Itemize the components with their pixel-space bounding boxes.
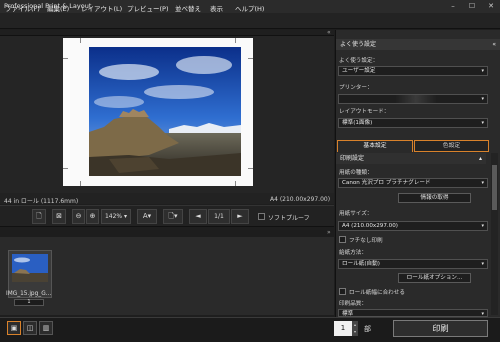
menu-edit[interactable]: 編集(E) <box>47 3 69 13</box>
zoom-value: 142% <box>104 213 123 220</box>
paper-feed-label: 給紙方法： <box>339 250 367 256</box>
page-setup-button[interactable]: 🗋▾ <box>163 209 183 224</box>
roll-options-button[interactable]: ロール紙オプション... <box>398 273 471 283</box>
paper-size-select[interactable]: A4 (210.00x297.00) ▾ <box>338 221 488 231</box>
paper-size-value: A4 (210.00x297.00) <box>342 223 398 229</box>
thumbnail-image <box>12 254 48 282</box>
split-view-icon[interactable]: ◫ <box>23 321 37 335</box>
menu-file[interactable]: ファイル(F) <box>5 3 40 13</box>
crop-mark <box>63 168 68 169</box>
print-quality-label: 印刷品質： <box>339 301 367 307</box>
borderless-label: フチなし印刷 <box>349 238 383 244</box>
media-type-label: 用紙の種類： <box>339 170 373 176</box>
favorite-label: よく使う設定： <box>339 58 379 64</box>
print-settings-title: 印刷設定 <box>340 155 365 162</box>
next-page-button[interactable]: ► <box>231 209 249 224</box>
chevron-down-icon: ▾ <box>481 261 484 267</box>
text-style-button[interactable]: A▾ <box>137 209 157 224</box>
zoom-dropdown[interactable]: 142% ▾ <box>101 209 131 224</box>
printer-select[interactable]: ▾ <box>338 94 488 104</box>
section-favorites-header[interactable]: よく使う設定 « <box>336 39 500 50</box>
soft-proof-checkbox[interactable] <box>258 213 265 220</box>
paper-feed-select[interactable]: ロール紙(自動) ▾ <box>338 259 488 269</box>
menu-sort[interactable]: 並べ替え <box>175 3 201 13</box>
crop-mark <box>80 38 81 43</box>
copies-input[interactable]: 1 <box>334 321 352 336</box>
copies-unit: 部 <box>364 325 371 333</box>
crop-mark <box>235 38 236 43</box>
maximize-button[interactable]: ☐ <box>463 0 481 13</box>
chevron-down-icon: ▾ <box>481 180 484 186</box>
collapse-icon[interactable]: ▴ <box>479 153 482 164</box>
crop-mark <box>248 168 253 169</box>
chevron-down-icon: ▾ <box>481 311 484 317</box>
thumbnail-filename: IMG_15.jpg_G... <box>6 291 52 297</box>
zoom-in-icon[interactable]: ⊕ <box>86 209 99 224</box>
print-quality-value: 標準 <box>342 311 354 317</box>
section-favorites-title: よく使う設定 <box>340 41 377 48</box>
fit-roll-label: ロール紙幅に合わせる <box>349 290 405 296</box>
menu-bar <box>0 13 500 29</box>
collapse-icon[interactable]: « <box>327 29 331 36</box>
delete-page-icon[interactable]: ⊠ <box>52 209 66 224</box>
crop-mark <box>235 181 236 186</box>
get-info-button[interactable]: 情報の取得 <box>398 193 471 203</box>
menu-view[interactable]: 表示 <box>210 3 223 13</box>
chevron-down-icon: ▾ <box>481 96 484 102</box>
favorite-value: ユーザー設定 <box>342 68 376 74</box>
crop-mark <box>63 58 68 59</box>
multi-view-icon[interactable]: ▥ <box>39 321 53 335</box>
tab-color-settings[interactable]: 色設定 <box>414 140 489 152</box>
landscape-photo <box>89 47 241 176</box>
minimize-button[interactable]: – <box>444 0 462 13</box>
prev-page-button[interactable]: ◄ <box>189 209 207 224</box>
print-quality-select[interactable]: 標準 ▾ <box>338 309 488 317</box>
chevron-down-icon: ▾ <box>481 68 484 74</box>
media-type-value: Canon 光沢プロ プラチナグレード <box>342 180 431 186</box>
media-type-select[interactable]: Canon 光沢プロ プラチナグレード ▾ <box>338 178 488 188</box>
crop-mark <box>80 181 81 186</box>
expand-icon[interactable]: » <box>327 229 331 236</box>
thumbnail-header <box>0 230 334 237</box>
chevron-down-icon: ▾ <box>481 120 484 126</box>
paper-size-label: A4 (210.00x297.00) <box>270 196 331 203</box>
paper-roll-label: 44 in ロール (1117.6mm) <box>4 198 79 205</box>
print-settings-header[interactable]: 印刷設定 ▴ <box>336 153 486 164</box>
menu-preview[interactable]: プレビュー(P) <box>127 3 169 13</box>
paper-feed-value: ロール紙(自動) <box>342 261 380 267</box>
zoom-out-icon[interactable]: ⊖ <box>72 209 85 224</box>
close-button[interactable]: ✕ <box>482 0 500 13</box>
single-view-icon[interactable]: ▣ <box>7 321 21 335</box>
printer-label: プリンター： <box>339 85 373 91</box>
layout-mode-value: 標準(1面像) <box>342 120 373 126</box>
collapse-section-icon[interactable]: « <box>492 39 496 50</box>
thumbnail-copies[interactable]: 1 <box>14 299 44 306</box>
borderless-checkbox[interactable] <box>339 236 346 243</box>
letter-a-icon: A <box>142 212 148 220</box>
menu-help[interactable]: ヘルプ(H) <box>235 3 264 13</box>
menu-layout[interactable]: レイアウト(L) <box>81 3 122 13</box>
panel-scrollbar-thumb[interactable] <box>492 165 497 210</box>
crop-mark <box>248 58 253 59</box>
favorite-select[interactable]: ユーザー設定 ▾ <box>338 66 488 76</box>
soft-proof-label: ソフトプルーフ <box>268 215 310 222</box>
fit-roll-checkbox[interactable] <box>339 288 346 295</box>
copies-stepper[interactable]: ▴ ▾ <box>352 321 358 336</box>
tab-basic-settings[interactable]: 基本設定 <box>337 140 413 152</box>
chevron-down-icon: ▾ <box>481 223 484 229</box>
photo-image[interactable] <box>89 47 241 176</box>
page-icon[interactable]: 🗋 <box>32 209 46 224</box>
page-counter: 1/1 <box>208 209 230 224</box>
layout-mode-select[interactable]: 標準(1面像) ▾ <box>338 118 488 128</box>
preview-top-strip <box>0 30 334 36</box>
paper-size-label-panel: 用紙サイズ： <box>339 211 373 217</box>
layout-mode-label: レイアウトモード： <box>339 109 390 115</box>
print-button[interactable]: 印刷 <box>393 320 488 337</box>
